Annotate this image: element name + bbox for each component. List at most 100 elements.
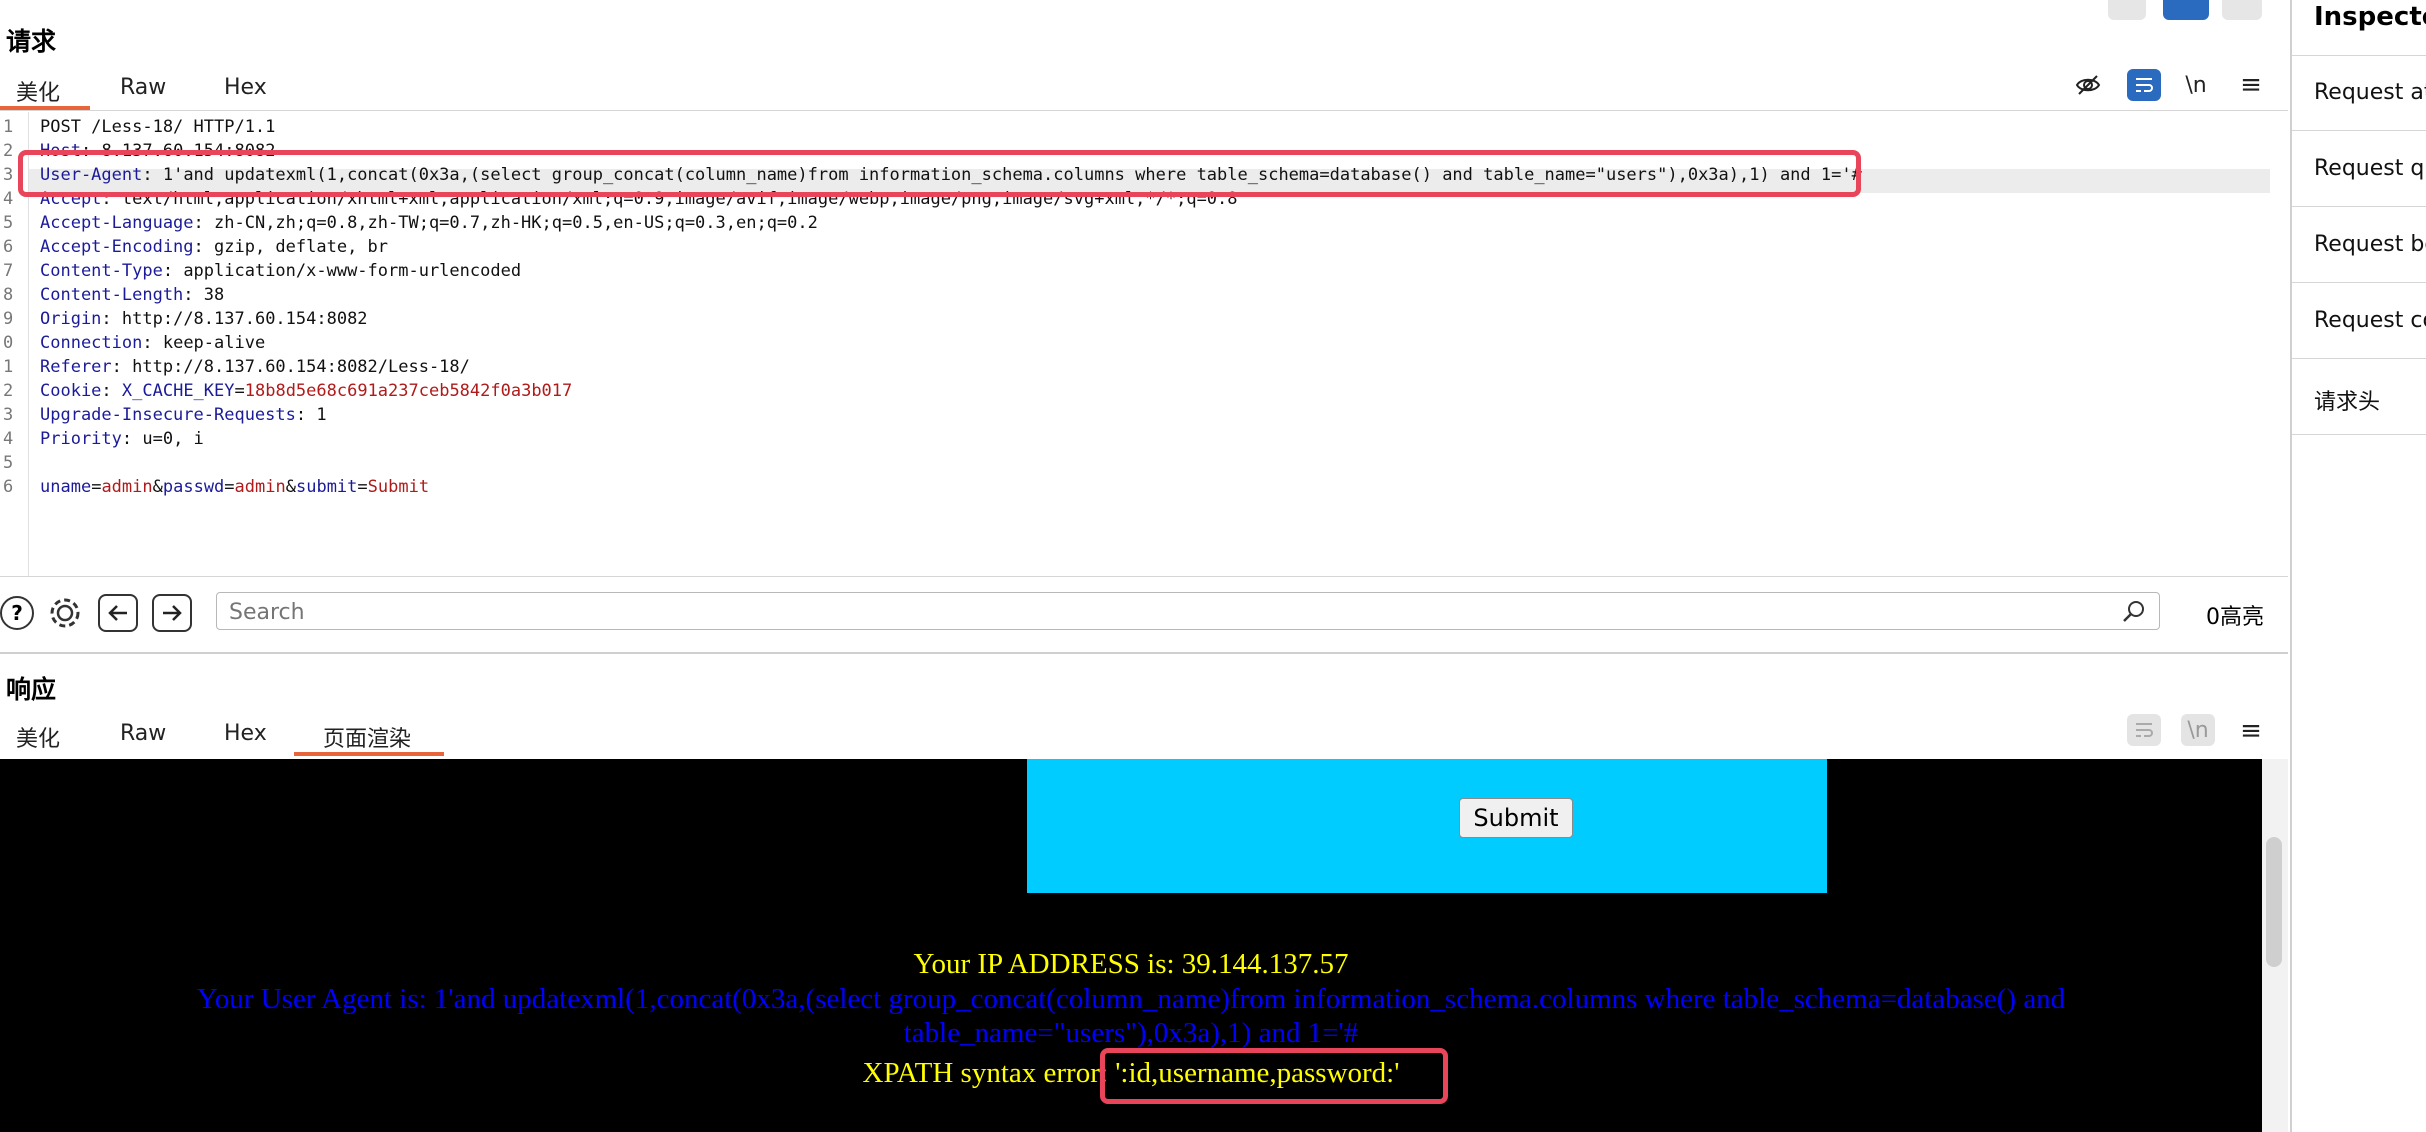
request-line: POST /Less-18/ HTTP/1.1 [40, 117, 275, 137]
request-line-text: POST /Less-18/ HTTP/1.1 [40, 117, 276, 137]
line-number: 3 [3, 405, 14, 425]
resp-tab-raw[interactable]: Raw [120, 721, 166, 746]
tab-hex[interactable]: Hex [224, 75, 267, 100]
ip-address-line: Your IP ADDRESS is: 39.144.137.57 [913, 948, 1349, 980]
search-icon[interactable] [2121, 599, 2147, 629]
header-key: Referer [40, 357, 112, 377]
search-field[interactable] [216, 592, 2160, 630]
request-line: Accept-Encoding: gzip, deflate, br [40, 237, 389, 257]
request-title: 请求 [6, 27, 57, 56]
highlight-count: 0高亮 [2206, 605, 2264, 630]
line-number: 3 [3, 165, 14, 185]
render-scrollbar-thumb[interactable] [2266, 837, 2282, 967]
xpath-error-prefix: XPATH syntax error: [862, 1057, 1116, 1089]
user-agent-line-1: Your User Agent is: 1'and updatexml(1,co… [196, 983, 2066, 1015]
line-number: 9 [3, 309, 14, 329]
request-line: uname=admin&passwd=admin&submit=Submit [40, 477, 430, 497]
form-box: Submit [1027, 759, 1827, 893]
line-number: 5 [3, 453, 14, 473]
resp-tab-hex[interactable]: Hex [224, 721, 267, 746]
request-line: Accept-Language: zh-CN,zh;q=0.8,zh-TW;q=… [40, 213, 818, 233]
tab-pretty[interactable]: 美化 [16, 75, 60, 107]
user-agent-line-2: table_name="users"),0x3a),1) and 1='# [903, 1017, 1359, 1049]
header-key: Content-Length [40, 285, 184, 305]
layout-stack-icon[interactable] [2163, 0, 2209, 20]
inspector-request-attributes[interactable]: Request at [2314, 80, 2426, 105]
body-param-key: passwd [162, 477, 225, 497]
request-line: Referer: http://8.137.60.154:8082/Less-1… [40, 357, 470, 377]
cookie-value: 18b8d5e68c691a237ceb5842f0a3b017 [244, 381, 573, 401]
header-value: http://8.137.60.154:8082/Less-18/ [132, 357, 470, 377]
search-input[interactable] [227, 597, 2091, 627]
wrap-icon[interactable] [2127, 69, 2161, 101]
body-param-key: uname [40, 477, 92, 497]
inspector-request-query[interactable]: Request qu [2314, 156, 2426, 181]
body-param-value: admin [234, 477, 286, 497]
request-line: Cookie: X_CACHE_KEY=18b8d5e68c691a237ceb… [40, 381, 573, 401]
header-value: keep-alive [162, 333, 266, 353]
inspector-request-headers[interactable]: 请求头 [2314, 384, 2380, 416]
header-value: zh-CN,zh;q=0.8,zh-TW;q=0.7,zh-HK;q=0.5,e… [214, 213, 818, 233]
tabs-divider [0, 110, 2288, 111]
header-value: 1 [316, 405, 327, 425]
line-number: 0 [3, 333, 14, 353]
resp-tab-active-underline [294, 752, 444, 756]
menu-icon[interactable]: ≡ [2236, 70, 2266, 100]
line-number: 6 [3, 477, 14, 497]
layout-single-icon[interactable] [2222, 0, 2262, 20]
resp-wrap-icon[interactable] [2127, 714, 2161, 746]
line-number: 1 [3, 357, 14, 377]
line-number: 5 [3, 213, 14, 233]
line-number: 4 [3, 189, 14, 209]
response-title: 响应 [6, 675, 57, 704]
layout-split-icon[interactable] [2108, 0, 2146, 20]
back-button[interactable] [98, 594, 138, 632]
body-param-key: submit [295, 477, 358, 497]
submit-button[interactable]: Submit [1459, 798, 1573, 838]
forward-button[interactable] [152, 594, 192, 632]
request-line: Content-Type: application/x-www-form-url… [40, 261, 522, 281]
header-key: Origin [40, 309, 102, 329]
line-number: 8 [3, 285, 14, 305]
header-value: gzip, deflate, br [214, 237, 389, 257]
body-param-value: Submit [367, 477, 430, 497]
inspector-request-body[interactable]: Request bo [2314, 232, 2426, 257]
useragent-highlight-box [18, 150, 1861, 197]
header-value: http://8.137.60.154:8082 [121, 309, 368, 329]
header-key: Connection [40, 333, 143, 353]
request-line: Priority: u=0, i [40, 429, 204, 449]
resp-tab-render[interactable]: 页面渲染 [323, 721, 411, 753]
request-line: Connection: keep-alive [40, 333, 266, 353]
render-scrollbar[interactable] [2262, 759, 2288, 1132]
header-key: Cookie [40, 381, 102, 401]
resp-menu-icon[interactable]: ≡ [2236, 716, 2266, 746]
header-value: u=0, i [142, 429, 204, 449]
line-number: 6 [3, 237, 14, 257]
inspector-sidebar: Inspecto Request at Request qu Request b… [2290, 0, 2426, 1132]
line-number: 7 [3, 261, 14, 281]
request-line: Content-Length: 38 [40, 285, 225, 305]
header-key: Accept-Encoding [40, 237, 194, 257]
panel-divider [0, 652, 2288, 654]
editor-bottom-divider [0, 576, 2288, 577]
eye-off-icon[interactable] [2073, 70, 2103, 100]
help-icon[interactable]: ? [0, 596, 34, 630]
header-value: application/x-www-form-urlencoded [183, 261, 522, 281]
rendered-page: Submit Your IP ADDRESS is: 39.144.137.57… [0, 759, 2262, 1132]
inspector-title: Inspecto [2314, 2, 2426, 32]
line-number: 4 [3, 429, 14, 449]
line-number: 2 [3, 141, 14, 161]
settings-icon[interactable] [46, 594, 84, 632]
inspector-request-cookies[interactable]: Request co [2314, 308, 2426, 333]
cookie-name: X_CACHE_KEY [121, 381, 235, 401]
header-value: 38 [203, 285, 225, 305]
resp-tab-pretty[interactable]: 美化 [16, 721, 60, 753]
line-number: 1 [3, 117, 14, 137]
header-key: Priority [40, 429, 122, 449]
header-key: Upgrade-Insecure-Requests [40, 405, 296, 425]
tab-raw[interactable]: Raw [120, 75, 166, 100]
request-line: Origin: http://8.137.60.154:8082 [40, 309, 368, 329]
resp-newline-icon[interactable]: \n [2181, 714, 2215, 746]
header-key: Accept-Language [40, 213, 194, 233]
newline-icon[interactable]: \n [2181, 70, 2211, 100]
